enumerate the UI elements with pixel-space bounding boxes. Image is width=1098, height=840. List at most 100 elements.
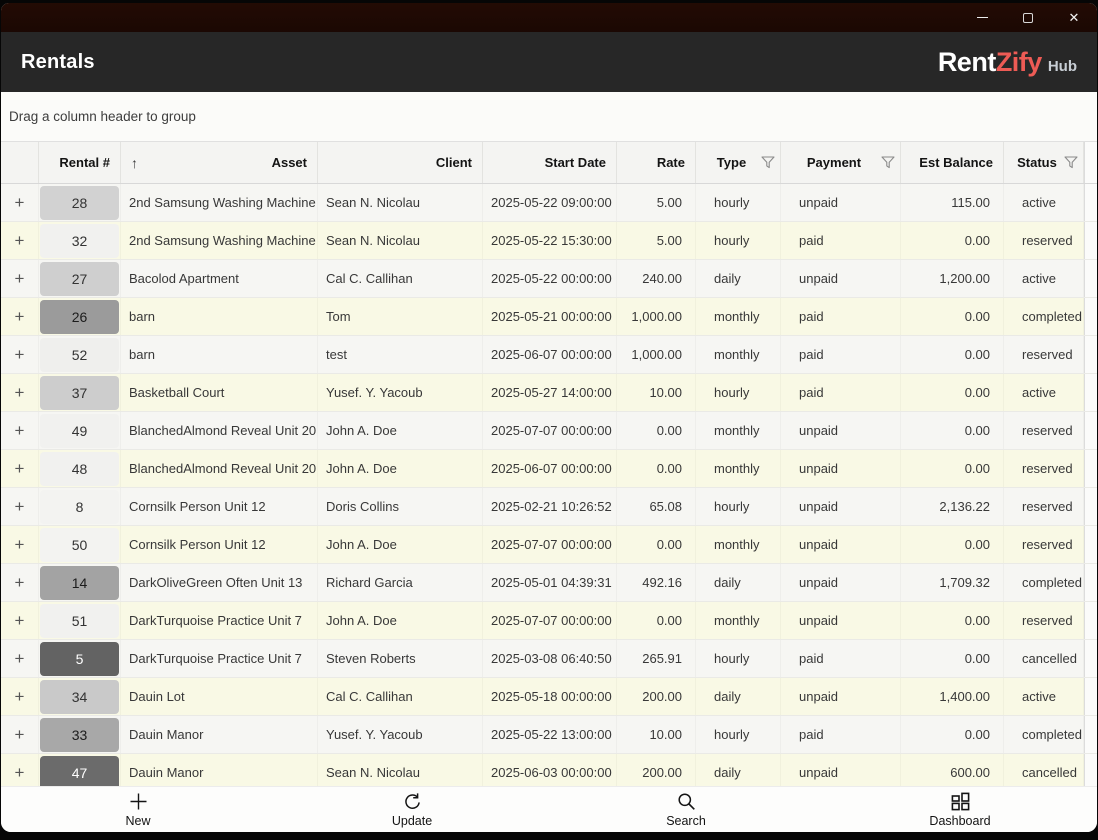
- rental-number: 32: [40, 224, 119, 258]
- column-header-rental[interactable]: Rental #: [39, 142, 121, 183]
- scrollbar-track[interactable]: [1084, 450, 1097, 487]
- scrollbar-track[interactable]: [1084, 222, 1097, 259]
- dashboard-button[interactable]: Dashboard: [823, 787, 1097, 832]
- cell-payment: paid: [781, 298, 901, 335]
- scrollbar-track[interactable]: [1084, 602, 1097, 639]
- sort-ascending-icon: ↑: [131, 155, 138, 171]
- row-expander[interactable]: +: [1, 412, 39, 449]
- table-row[interactable]: +33Dauin ManorYusef. Y. Yacoub2025-05-22…: [1, 716, 1097, 754]
- table-row[interactable]: +37Basketball CourtYusef. Y. Yacoub2025-…: [1, 374, 1097, 412]
- cell-client: test: [318, 336, 483, 373]
- minimize-button[interactable]: [959, 3, 1005, 32]
- search-button[interactable]: Search: [549, 787, 823, 832]
- column-header-payment[interactable]: Payment: [781, 142, 901, 183]
- rental-number-badge: 52: [39, 336, 121, 373]
- scrollbar-track[interactable]: [1084, 298, 1097, 335]
- group-by-panel[interactable]: Drag a column header to group: [1, 92, 1097, 141]
- row-expander[interactable]: +: [1, 564, 39, 601]
- scrollbar-track[interactable]: [1084, 526, 1097, 563]
- filter-icon[interactable]: [761, 156, 775, 169]
- row-expander[interactable]: +: [1, 488, 39, 525]
- table-row[interactable]: +282nd Samsung Washing MachineSean N. Ni…: [1, 184, 1097, 222]
- column-header-status[interactable]: Status: [1004, 142, 1084, 183]
- table-body: +282nd Samsung Washing MachineSean N. Ni…: [1, 184, 1097, 786]
- scrollbar-track[interactable]: [1084, 260, 1097, 297]
- scrollbar-track[interactable]: [1084, 564, 1097, 601]
- cell-asset: Dauin Manor: [121, 716, 318, 753]
- logo-hub: Hub: [1048, 58, 1077, 75]
- cell-type: daily: [696, 564, 781, 601]
- row-expander[interactable]: +: [1, 754, 39, 786]
- row-expander[interactable]: +: [1, 716, 39, 753]
- row-expander[interactable]: +: [1, 260, 39, 297]
- scrollbar-track[interactable]: [1084, 640, 1097, 677]
- scrollbar-track[interactable]: [1084, 336, 1097, 373]
- row-expander[interactable]: +: [1, 602, 39, 639]
- column-header-type[interactable]: Type: [696, 142, 781, 183]
- cell-asset: barn: [121, 298, 318, 335]
- table-row[interactable]: +8Cornsilk Person Unit 12Doris Collins20…: [1, 488, 1097, 526]
- new-button[interactable]: New: [1, 787, 275, 832]
- table-row[interactable]: +26barnTom2025-05-21 00:00:001,000.00mon…: [1, 298, 1097, 336]
- row-expander[interactable]: +: [1, 184, 39, 221]
- update-button[interactable]: Update: [275, 787, 549, 832]
- table-row[interactable]: +50Cornsilk Person Unit 12John A. Doe202…: [1, 526, 1097, 564]
- row-expander[interactable]: +: [1, 678, 39, 715]
- table-row[interactable]: +47Dauin ManorSean N. Nicolau2025-06-03 …: [1, 754, 1097, 786]
- toolbar-button-label: Update: [392, 814, 432, 828]
- scrollbar-track[interactable]: [1084, 142, 1097, 183]
- maximize-icon: [1023, 13, 1033, 23]
- cell-status: active: [1004, 678, 1084, 715]
- scrollbar-track[interactable]: [1084, 754, 1097, 786]
- column-header-start-date[interactable]: Start Date: [483, 142, 617, 183]
- cell-asset: BlanchedAlmond Reveal Unit 20: [121, 412, 318, 449]
- rental-number-badge: 37: [39, 374, 121, 411]
- cell-asset: DarkTurquoise Practice Unit 7: [121, 602, 318, 639]
- cell-rate: 200.00: [617, 678, 696, 715]
- column-header-client[interactable]: Client: [318, 142, 483, 183]
- table-row[interactable]: +322nd Samsung Washing MachineSean N. Ni…: [1, 222, 1097, 260]
- table-row[interactable]: +48BlanchedAlmond Reveal Unit 20John A. …: [1, 450, 1097, 488]
- cell-type: daily: [696, 260, 781, 297]
- cell-est-balance: 0.00: [901, 716, 1004, 753]
- cell-status: completed: [1004, 564, 1084, 601]
- column-header-rate[interactable]: Rate: [617, 142, 696, 183]
- cell-est-balance: 600.00: [901, 754, 1004, 786]
- table-row[interactable]: +14DarkOliveGreen Often Unit 13Richard G…: [1, 564, 1097, 602]
- cell-client: Cal C. Callihan: [318, 678, 483, 715]
- column-header-asset[interactable]: ↑ Asset: [121, 142, 318, 183]
- scrollbar-track[interactable]: [1084, 412, 1097, 449]
- row-expander[interactable]: +: [1, 640, 39, 677]
- cell-status: cancelled: [1004, 640, 1084, 677]
- cell-type: hourly: [696, 222, 781, 259]
- cell-status: reserved: [1004, 488, 1084, 525]
- cell-payment: paid: [781, 640, 901, 677]
- filter-icon[interactable]: [881, 156, 895, 169]
- cell-start-date: 2025-03-08 06:40:50: [483, 640, 617, 677]
- scrollbar-track[interactable]: [1084, 488, 1097, 525]
- table-row[interactable]: +49BlanchedAlmond Reveal Unit 20John A. …: [1, 412, 1097, 450]
- close-button[interactable]: ✕: [1051, 3, 1097, 32]
- scrollbar-track[interactable]: [1084, 374, 1097, 411]
- row-expander[interactable]: +: [1, 526, 39, 563]
- cell-payment: unpaid: [781, 678, 901, 715]
- maximize-button[interactable]: [1005, 3, 1051, 32]
- row-expander[interactable]: +: [1, 336, 39, 373]
- scrollbar-track[interactable]: [1084, 678, 1097, 715]
- row-expander[interactable]: +: [1, 450, 39, 487]
- rental-number: 5: [40, 642, 119, 676]
- scrollbar-track[interactable]: [1084, 184, 1097, 221]
- table-row[interactable]: +51DarkTurquoise Practice Unit 7John A. …: [1, 602, 1097, 640]
- row-expander[interactable]: +: [1, 298, 39, 335]
- row-expander[interactable]: +: [1, 222, 39, 259]
- filter-icon[interactable]: [1064, 156, 1078, 169]
- table-row[interactable]: +34Dauin LotCal C. Callihan2025-05-18 00…: [1, 678, 1097, 716]
- scrollbar-track[interactable]: [1084, 716, 1097, 753]
- table-row[interactable]: +5DarkTurquoise Practice Unit 7Steven Ro…: [1, 640, 1097, 678]
- cell-start-date: 2025-05-27 14:00:00: [483, 374, 617, 411]
- table-row[interactable]: +52barntest2025-06-07 00:00:001,000.00mo…: [1, 336, 1097, 374]
- row-expander[interactable]: +: [1, 374, 39, 411]
- cell-est-balance: 1,709.32: [901, 564, 1004, 601]
- table-row[interactable]: +27Bacolod ApartmentCal C. Callihan2025-…: [1, 260, 1097, 298]
- column-header-est-balance[interactable]: Est Balance: [901, 142, 1004, 183]
